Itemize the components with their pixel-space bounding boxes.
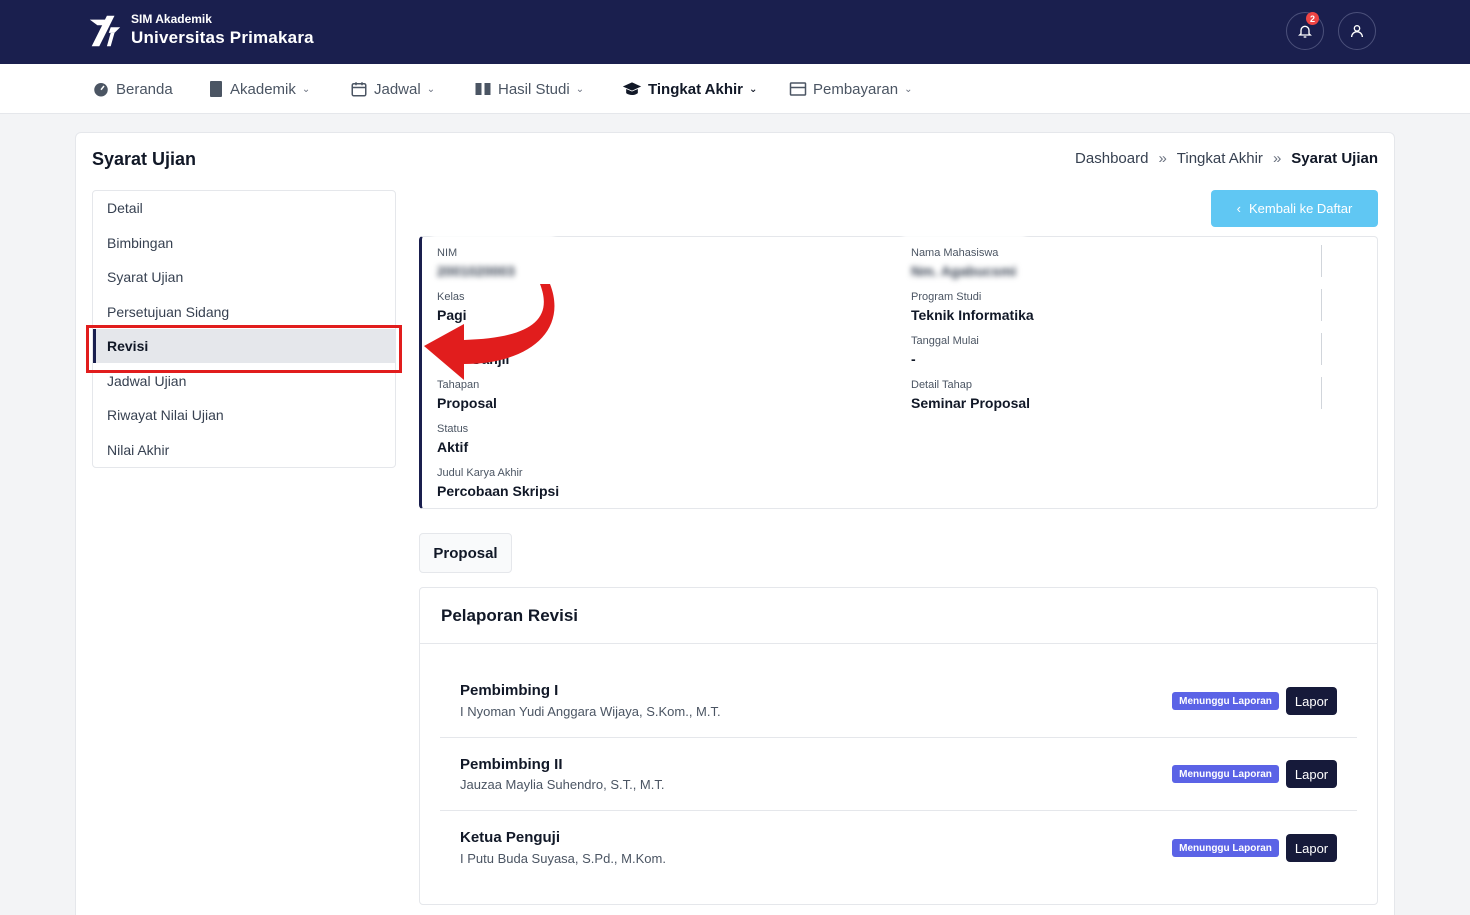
top-bar: SIM Akademik Universitas Primakara 2: [0, 0, 1470, 64]
nav-akademik-label: Akademik: [230, 80, 296, 98]
redaction-overlay: [903, 212, 1025, 246]
nav-tingkat-akhir-label: Tingkat Akhir: [648, 80, 744, 98]
nav-pembayaran-label: Pembayaran: [813, 80, 899, 98]
side-item-riwayat-nilai-ujian[interactable]: Riwayat Nilai Ujian: [93, 398, 395, 432]
brand-subtitle: SIM Akademik: [131, 12, 212, 26]
column-divider: [1321, 377, 1322, 409]
judul-value: Percobaan Skripsi: [437, 483, 560, 499]
revisi-row-role: Pembimbing I: [460, 682, 559, 699]
status-label: Status: [437, 423, 469, 435]
back-to-list-button[interactable]: ‹ Kembali ke Daftar: [1211, 190, 1378, 227]
nav-beranda[interactable]: Beranda: [92, 78, 173, 100]
book-icon: [210, 81, 222, 97]
nav-akademik[interactable]: Akademik ⌄: [208, 78, 310, 100]
nav-jadwal[interactable]: Jadwal ⌄: [350, 78, 435, 100]
chevron-down-icon: ⌄: [904, 83, 913, 95]
side-item-persetujuan-sidang[interactable]: Persetujuan Sidang: [93, 295, 395, 329]
nama-value: Nm. Agabucsmi: [911, 263, 1017, 279]
tahapan-value: Proposal: [437, 395, 497, 411]
tab-proposal[interactable]: Proposal: [419, 533, 512, 573]
revisi-row-role: Ketua Penguji: [460, 829, 561, 846]
breadcrumb-dashboard[interactable]: Dashboard: [1075, 150, 1148, 167]
prodi-label: Program Studi: [911, 291, 982, 303]
breadcrumb: Dashboard » Tingkat Akhir » Syarat Ujian: [1075, 150, 1378, 167]
tanggal-mulai-label: Tanggal Mulai: [911, 335, 979, 347]
main-nav: Beranda Akademik ⌄ Jadwal ⌄ Hasil Studi …: [0, 64, 1470, 114]
status-badge: Menunggu Laporan: [1172, 839, 1279, 857]
nav-hasil-studi[interactable]: Hasil Studi ⌄: [474, 78, 584, 100]
user-icon: [1351, 25, 1363, 38]
red-arrow-annotation-icon: [424, 284, 555, 380]
divider: [420, 643, 1377, 644]
user-menu-button[interactable]: [1338, 12, 1376, 50]
breadcrumb-current: Syarat Ujian: [1291, 150, 1378, 167]
revisi-row-role: Pembimbing II: [460, 756, 563, 773]
revisi-card-title: Pelaporan Revisi: [441, 606, 579, 625]
lapor-button[interactable]: Lapor: [1286, 687, 1337, 715]
student-info-panel: NIM 2001020003 Nama Mahasiswa Nm. Agabuc…: [419, 236, 1378, 509]
nav-pembayaran[interactable]: Pembayaran ⌄: [789, 78, 912, 100]
side-item-detail[interactable]: Detail: [93, 191, 395, 225]
status-badge: Menunggu Laporan: [1172, 692, 1279, 710]
nav-jadwal-label: Jadwal: [374, 80, 421, 98]
prodi-value: Teknik Informatika: [911, 307, 1034, 323]
lapor-button[interactable]: Lapor: [1286, 760, 1337, 788]
detail-tahap-label: Detail Tahap: [911, 379, 972, 391]
chevron-down-icon: ⌄: [749, 83, 758, 95]
nav-hasil-studi-label: Hasil Studi: [498, 80, 570, 98]
graduation-cap-icon: [622, 82, 642, 96]
notifications-button[interactable]: 2: [1286, 12, 1324, 50]
revisi-row-name: Jauzaa Maylia Suhendro, S.T., M.T.: [460, 777, 665, 792]
divider: [440, 737, 1357, 738]
open-book-icon: [475, 83, 491, 95]
chevron-down-icon: ⌄: [575, 83, 585, 95]
column-divider: [1321, 333, 1322, 365]
side-item-bimbingan[interactable]: Bimbingan: [93, 226, 395, 260]
dashboard-icon: [94, 83, 108, 97]
university-logo-icon: [89, 15, 121, 47]
chevron-down-icon: ⌄: [426, 83, 436, 95]
divider: [440, 810, 1357, 811]
status-badge: Menunggu Laporan: [1172, 765, 1279, 783]
redaction-overlay: [432, 212, 554, 246]
nim-value: 2001020003: [437, 263, 515, 279]
bell-icon: [1298, 25, 1312, 38]
lapor-button[interactable]: Lapor: [1286, 834, 1337, 862]
nav-tingkat-akhir[interactable]: Tingkat Akhir ⌄: [622, 78, 757, 100]
breadcrumb-separator: »: [1158, 150, 1167, 167]
brand-title: Universitas Primakara: [131, 28, 314, 47]
nav-beranda-label: Beranda: [116, 80, 173, 98]
breadcrumb-separator: »: [1272, 150, 1282, 167]
column-divider: [1321, 289, 1322, 321]
notification-count-badge: 2: [1306, 12, 1319, 25]
card-icon: [789, 82, 807, 96]
revisi-row-name: I Putu Buda Suyasa, S.Pd., M.Kom.: [460, 851, 666, 866]
breadcrumb-tingkat-akhir[interactable]: Tingkat Akhir: [1177, 150, 1263, 167]
detail-tahap-value: Seminar Proposal: [911, 395, 1031, 411]
calendar-icon: [351, 82, 367, 97]
revisi-highlight-box: [86, 325, 402, 373]
column-divider: [1321, 245, 1322, 277]
revisi-row-name: I Nyoman Yudi Anggara Wijaya, S.Kom., M.…: [460, 704, 721, 719]
page-title: Syarat Ujian: [92, 149, 197, 169]
nim-label: NIM: [437, 247, 458, 259]
side-item-nilai-akhir[interactable]: Nilai Akhir: [93, 433, 395, 467]
chevron-down-icon: ⌄: [301, 83, 311, 95]
judul-label: Judul Karya Akhir: [437, 467, 523, 479]
status-value: Aktif: [437, 439, 469, 455]
tanggal-mulai-value: -: [911, 351, 916, 367]
nama-label: Nama Mahasiswa: [911, 247, 999, 259]
chevron-left-icon: ‹: [1236, 201, 1241, 216]
side-item-syarat-ujian[interactable]: Syarat Ujian: [93, 260, 395, 294]
back-to-list-label: Kembali ke Daftar: [1249, 201, 1353, 216]
